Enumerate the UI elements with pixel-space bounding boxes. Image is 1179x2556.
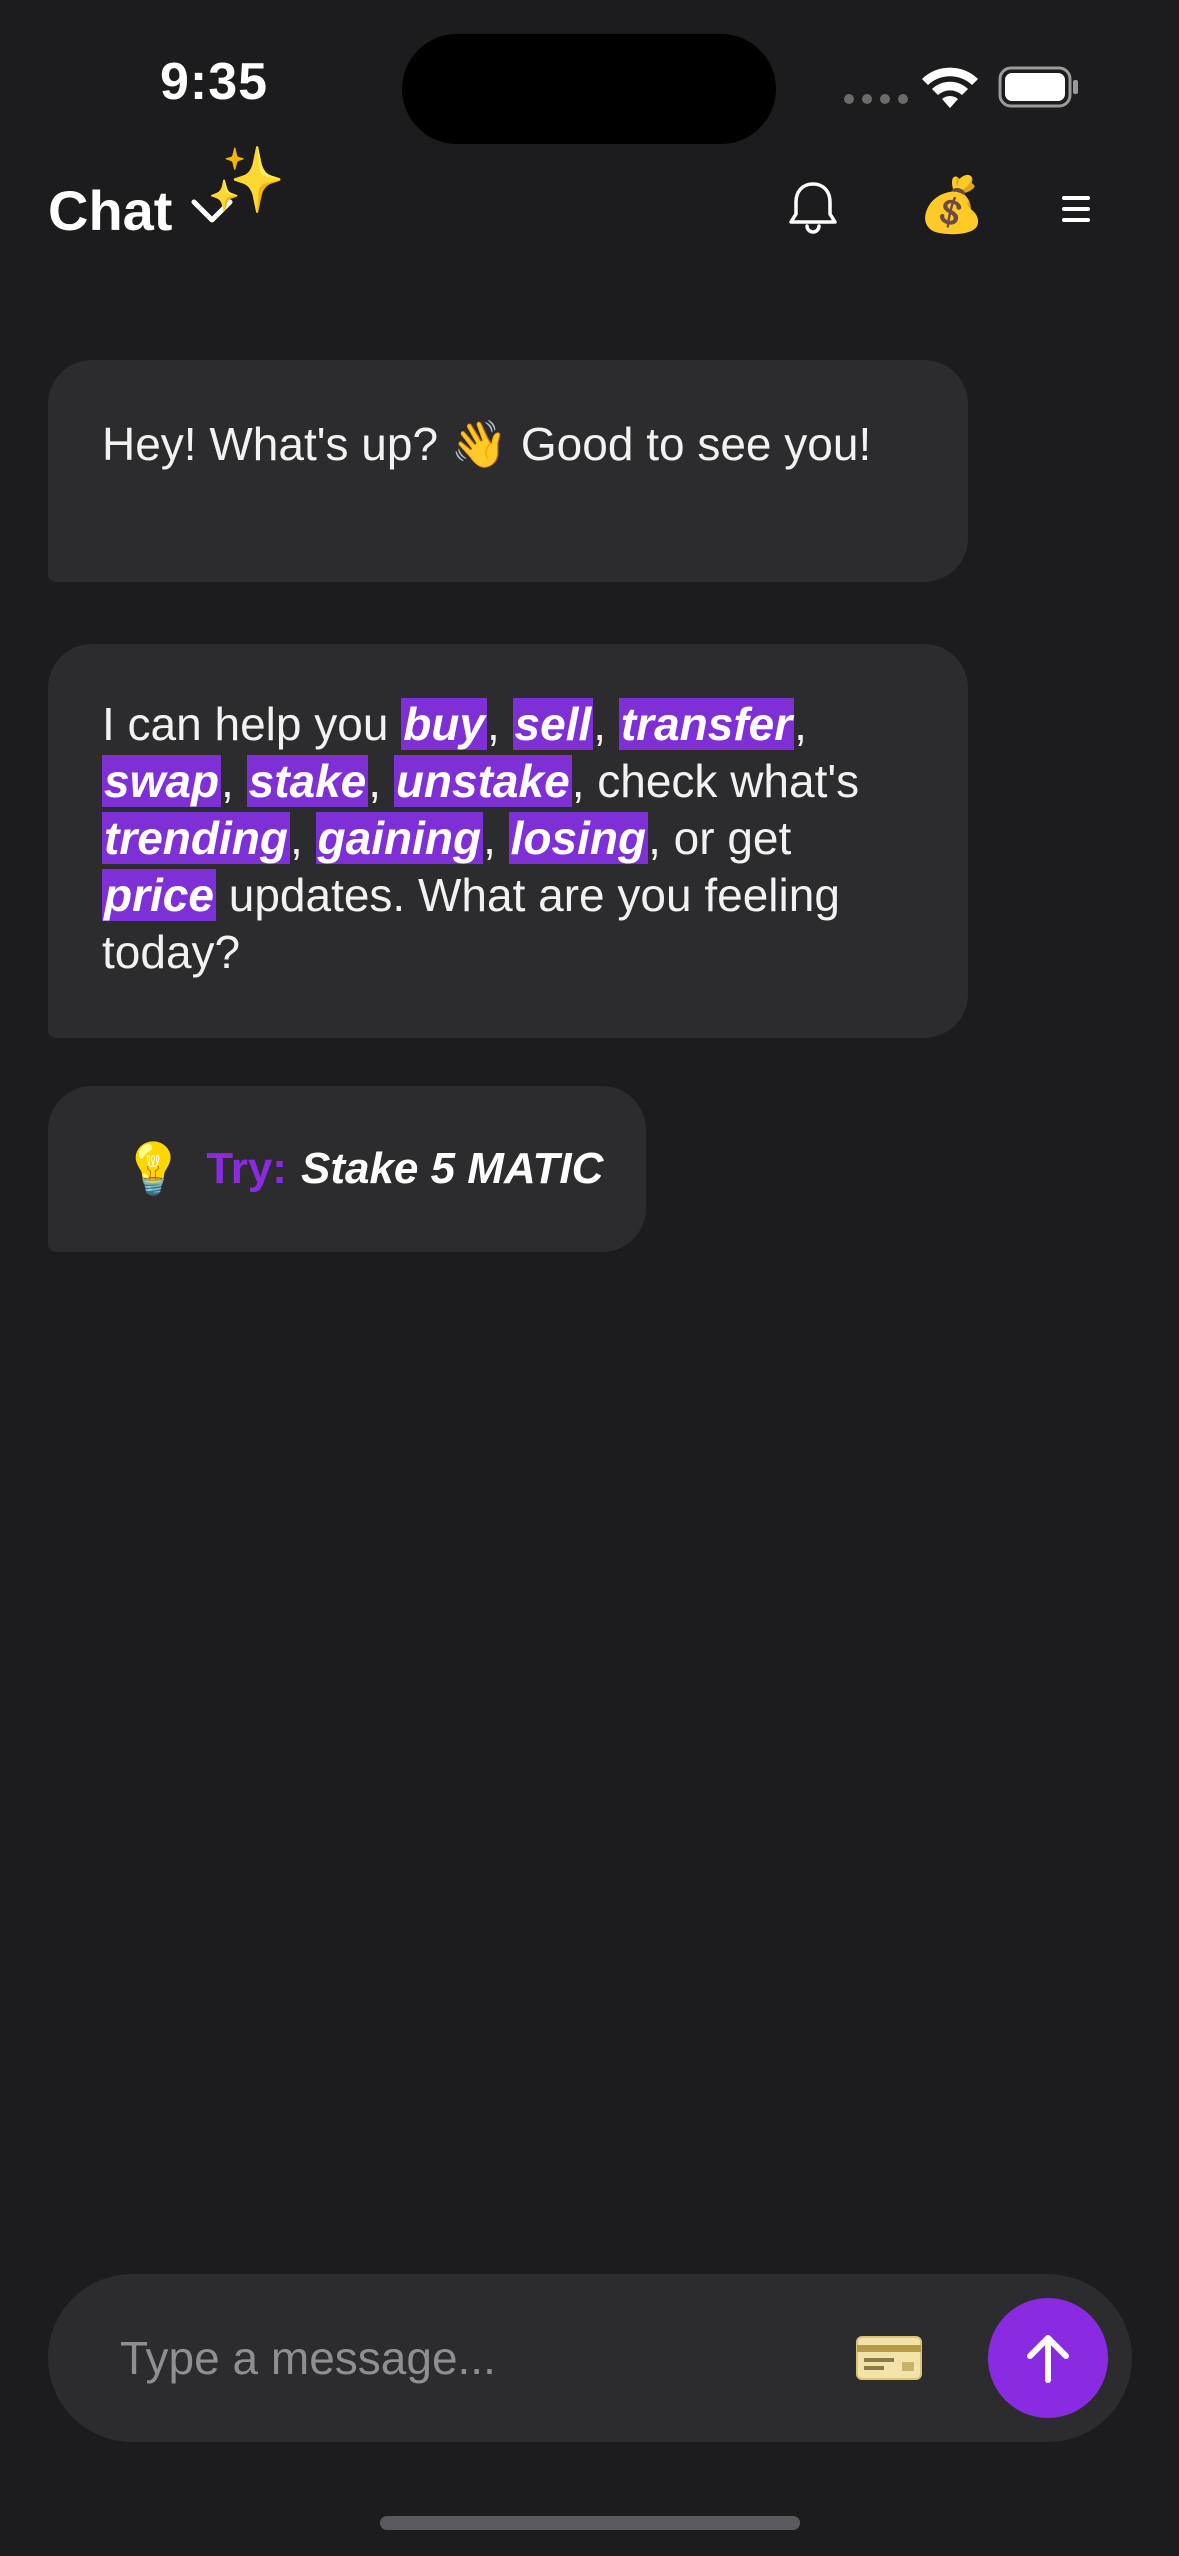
home-indicator[interactable]	[380, 2516, 800, 2530]
wifi-icon	[922, 67, 978, 108]
waving-hand-icon: 👋	[450, 418, 509, 470]
status-time: 9:35	[160, 53, 269, 111]
keyword-losing[interactable]: losing	[508, 812, 649, 864]
message-composer	[48, 2274, 1132, 2442]
suggestion-chip[interactable]: 💡 Try: Stake 5 MATIC	[48, 1086, 646, 1252]
keyword-stake[interactable]: stake	[246, 755, 369, 807]
capabilities-middle: , check what's	[571, 755, 860, 807]
keyword-trending[interactable]: trending	[102, 812, 290, 864]
message-bubble-capabilities: I can help you buy, sell, transfer, swap…	[48, 644, 968, 1038]
keyword-swap[interactable]: swap	[102, 755, 222, 807]
send-button[interactable]	[988, 2298, 1108, 2418]
keyword-sell[interactable]: sell	[512, 698, 594, 750]
capabilities-intro: I can help you	[102, 698, 402, 750]
sparkles-icon: ✨	[206, 144, 286, 216]
suggestion-text: Stake 5 MATIC	[300, 1144, 604, 1193]
suggestion-label: Try:	[206, 1144, 287, 1193]
keyword-buy[interactable]: buy	[401, 698, 487, 750]
wallet-moneybag-icon[interactable]: 💰	[918, 178, 985, 232]
keyword-unstake[interactable]: unstake	[393, 755, 572, 807]
bell-icon[interactable]	[786, 180, 840, 238]
dynamic-island	[402, 34, 776, 144]
cellular-signal-icon	[844, 94, 908, 104]
greeting-text-end: Good to see you!	[508, 418, 872, 470]
keyword-price[interactable]: price	[102, 869, 216, 921]
lightbulb-icon: 💡	[122, 1141, 185, 1197]
credit-card-icon[interactable]	[856, 2336, 922, 2380]
keyword-gaining[interactable]: gaining	[315, 812, 484, 864]
message-bubble-greeting: Hey! What's up? 👋 Good to see you!	[48, 360, 968, 582]
hamburger-menu-icon[interactable]	[1062, 196, 1090, 222]
chat-screen: 9:35 Chat ✨ 💰 Hey! What's up? 👋 Good to …	[0, 0, 1179, 2556]
arrow-up-icon	[1027, 2335, 1069, 2383]
chat-title[interactable]: Chat	[48, 178, 172, 243]
greeting-text-start: Hey! What's up?	[102, 418, 451, 470]
battery-icon	[998, 66, 1078, 108]
keyword-transfer[interactable]: transfer	[618, 698, 795, 750]
capabilities-or-get: , or get	[648, 812, 792, 864]
message-input[interactable]	[120, 2318, 800, 2398]
